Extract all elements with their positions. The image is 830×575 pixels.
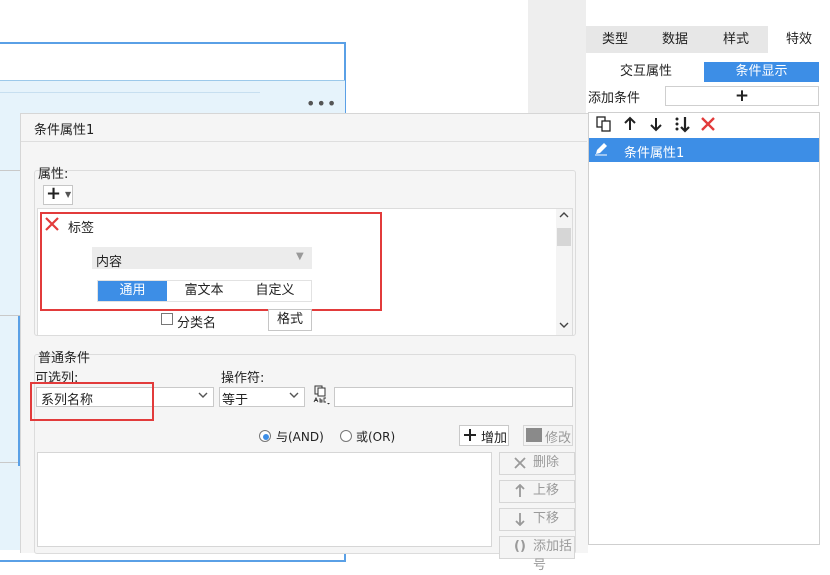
canvas-divider xyxy=(0,170,20,171)
arrow-down-icon xyxy=(514,509,526,532)
plus-icon: + xyxy=(46,183,62,204)
properties-section-label: 属性: xyxy=(38,167,69,182)
chevron-down-icon xyxy=(198,389,208,402)
canvas-divider xyxy=(0,462,20,463)
modify-button-label: 修改 xyxy=(545,431,572,446)
scroll-up-icon[interactable] xyxy=(557,210,571,224)
value-type-icon[interactable] xyxy=(311,385,331,407)
delete-button-label: 删除 xyxy=(533,455,560,470)
tab-data[interactable]: 数据 xyxy=(646,26,704,53)
move-down-button[interactable]: 下移 xyxy=(499,508,575,531)
category-name-checkbox[interactable] xyxy=(161,313,173,325)
add-bracket-button-label: 添加括号 xyxy=(533,539,573,573)
canvas-divider xyxy=(0,315,20,316)
move-down-button-label: 下移 xyxy=(533,511,560,526)
tab-type[interactable]: 类型 xyxy=(586,26,644,53)
category-name-label: 分类名 xyxy=(177,316,217,331)
or-label: 或(OR) xyxy=(356,430,396,444)
operator-select-value: 等于 xyxy=(222,393,249,408)
close-icon xyxy=(514,453,526,475)
condition-section-label: 普通条件 xyxy=(38,351,91,366)
or-radio[interactable] xyxy=(340,430,352,442)
add-condition-label: 添加条件 xyxy=(588,91,641,106)
scrollbar-thumb[interactable] xyxy=(557,228,571,246)
dialog-title: 条件属性1 xyxy=(34,123,95,138)
scroll-down-icon[interactable] xyxy=(557,320,571,334)
move-up-button[interactable]: 上移 xyxy=(499,480,575,503)
add-button-label: 增加 xyxy=(481,431,508,446)
add-condition-button[interactable]: + xyxy=(665,86,819,106)
arrow-down-icon[interactable] xyxy=(646,116,666,136)
condition-items-list xyxy=(37,452,492,547)
move-up-button-label: 上移 xyxy=(533,483,560,498)
bracket-icon: () xyxy=(514,539,526,554)
highlight-box xyxy=(30,382,154,421)
title-divider xyxy=(21,141,587,142)
radio-selected-dot xyxy=(263,434,269,440)
operator-label: 操作符: xyxy=(221,371,265,386)
chevron-down-icon: ▼ xyxy=(65,190,72,199)
copy-icon[interactable] xyxy=(594,116,614,136)
subtab-conditional-display[interactable]: 条件显示 xyxy=(704,62,819,82)
chevron-down-icon xyxy=(289,389,299,402)
more-options-icon[interactable]: ••• xyxy=(306,94,337,113)
condition-list xyxy=(588,112,820,545)
tab-style[interactable]: 样式 xyxy=(706,26,766,53)
edit-icon xyxy=(592,141,610,159)
tab-effects[interactable]: 特效 xyxy=(768,26,830,53)
delete-icon[interactable] xyxy=(698,116,718,136)
arrow-up-icon xyxy=(514,481,526,504)
plus-icon xyxy=(463,425,477,447)
add-bracket-button[interactable]: () 添加括号 xyxy=(499,536,575,573)
subtab-interaction[interactable]: 交互属性 xyxy=(588,62,704,82)
and-label: 与(AND) xyxy=(276,430,324,444)
arrow-up-icon[interactable] xyxy=(620,116,640,136)
canvas-divider xyxy=(0,92,260,93)
move-bottom-icon[interactable] xyxy=(672,116,692,136)
format-button[interactable]: 格式 xyxy=(268,309,312,331)
highlight-box xyxy=(40,212,382,311)
modify-icon xyxy=(526,428,542,442)
value-input[interactable] xyxy=(334,387,573,407)
list-item-label: 条件属性1 xyxy=(624,146,685,161)
delete-button[interactable]: 删除 xyxy=(499,452,575,475)
